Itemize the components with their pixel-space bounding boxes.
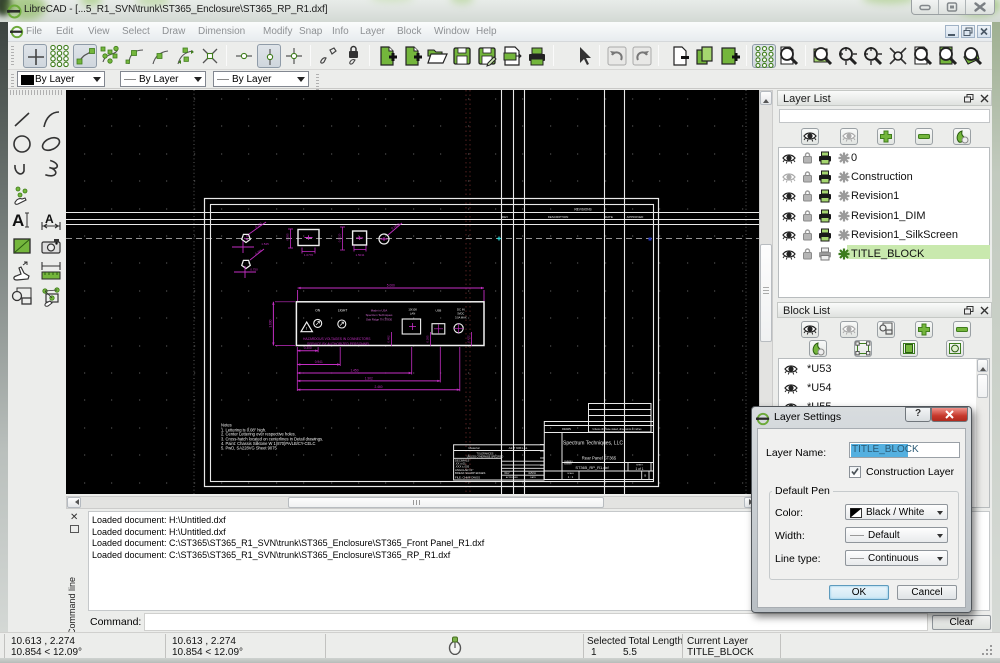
svg-text:3.0A MAX: 3.0A MAX xyxy=(455,316,467,320)
svg-text:APPROVED: APPROVED xyxy=(627,215,645,219)
svg-text:DATE: DATE xyxy=(530,476,536,479)
svg-text:0.750: 0.750 xyxy=(250,268,258,272)
svg-text:Unless otherwise stated, dimen: Unless otherwise stated, dimensions in i… xyxy=(593,428,643,431)
svg-text:1 of 1: 1 of 1 xyxy=(636,467,644,471)
svg-text:DRAWN: DRAWN xyxy=(562,428,571,431)
svg-text:FILE: CHMF DWGS: FILE: CHMF DWGS xyxy=(455,475,480,479)
svg-text:Spectrum Techniques, LLC: Spectrum Techniques, LLC xyxy=(563,441,623,447)
svg-text:4/25/11: 4/25/11 xyxy=(528,472,536,475)
svg-text:B: B xyxy=(644,474,646,478)
svg-text:0.941: 0.941 xyxy=(315,360,323,364)
svg-text:Oak Ridge TN 37830: Oak Ridge TN 37830 xyxy=(366,318,393,322)
svg-text:DATE: DATE xyxy=(605,215,613,219)
svg-text:5. PwD, SA228VG Sheet 9075: 5. PwD, SA228VG Sheet 9075 xyxy=(221,446,277,451)
svg-text:5VDC: 5VDC xyxy=(457,312,464,316)
svg-text:DESCRIPTION: DESCRIPTION xyxy=(548,215,569,219)
svg-text:0.295: 0.295 xyxy=(286,233,290,240)
svg-text:1 : 1: 1 : 1 xyxy=(568,475,574,479)
svg-text:1.902: 1.902 xyxy=(365,376,373,380)
svg-text:Material: Material xyxy=(468,446,479,450)
svg-text:REV: REV xyxy=(505,472,510,475)
svg-text:1.5011: 1.5011 xyxy=(356,253,365,257)
svg-text:NUMBER: NUMBER xyxy=(564,463,572,465)
svg-text:0.295: 0.295 xyxy=(426,335,430,342)
svg-text:A2-T 6061 AL: A2-T 6061 AL xyxy=(509,446,528,450)
svg-text:LIGHT: LIGHT xyxy=(338,309,347,313)
svg-text:APPROVED: APPROVED xyxy=(506,476,519,479)
svg-text:A: A xyxy=(12,211,24,230)
svg-text:1.600: 1.600 xyxy=(269,319,273,327)
svg-text:ON: ON xyxy=(315,309,320,313)
svg-text:DC IN: DC IN xyxy=(457,308,465,312)
svg-text:REVISIONS: REVISIONS xyxy=(574,208,591,212)
svg-text:1.450: 1.450 xyxy=(351,368,359,372)
svg-text:TOLERANCES: TOLERANCES xyxy=(477,453,494,456)
svg-text:LAN: LAN xyxy=(410,312,415,316)
svg-text:2.460: 2.460 xyxy=(375,385,383,389)
svg-text:!: ! xyxy=(306,326,307,331)
svg-text:HAZARDOUS VOLTAGES IN CONNECTO: HAZARDOUS VOLTAGES IN CONNECTORS xyxy=(303,337,371,341)
svg-text:0.492: 0.492 xyxy=(387,335,391,342)
svg-text:1.0770: 1.0770 xyxy=(304,253,314,257)
svg-text:0.472: 0.472 xyxy=(467,335,471,342)
svg-text:0.5120: 0.5120 xyxy=(338,233,342,242)
svg-text:5.000: 5.000 xyxy=(387,283,395,287)
svg-text:ST365_RP_R1.dxf: ST365_RP_R1.dxf xyxy=(575,465,609,470)
svg-text:USB: USB xyxy=(436,309,442,313)
svg-text:SERVICE BY AUTHORIZED PERSONNE: SERVICE BY AUTHORIZED PERSONNEL xyxy=(307,342,370,346)
svg-text:Rear Panel ST365: Rear Panel ST365 xyxy=(582,456,617,461)
svg-text:REV: REV xyxy=(502,215,508,219)
svg-text:Spectrum Techniques: Spectrum Techniques xyxy=(366,313,393,317)
svg-text:1.545: 1.545 xyxy=(261,242,269,246)
svg-text:Made in USA: Made in USA xyxy=(371,309,388,313)
svg-text:0.300: 0.300 xyxy=(304,346,312,350)
